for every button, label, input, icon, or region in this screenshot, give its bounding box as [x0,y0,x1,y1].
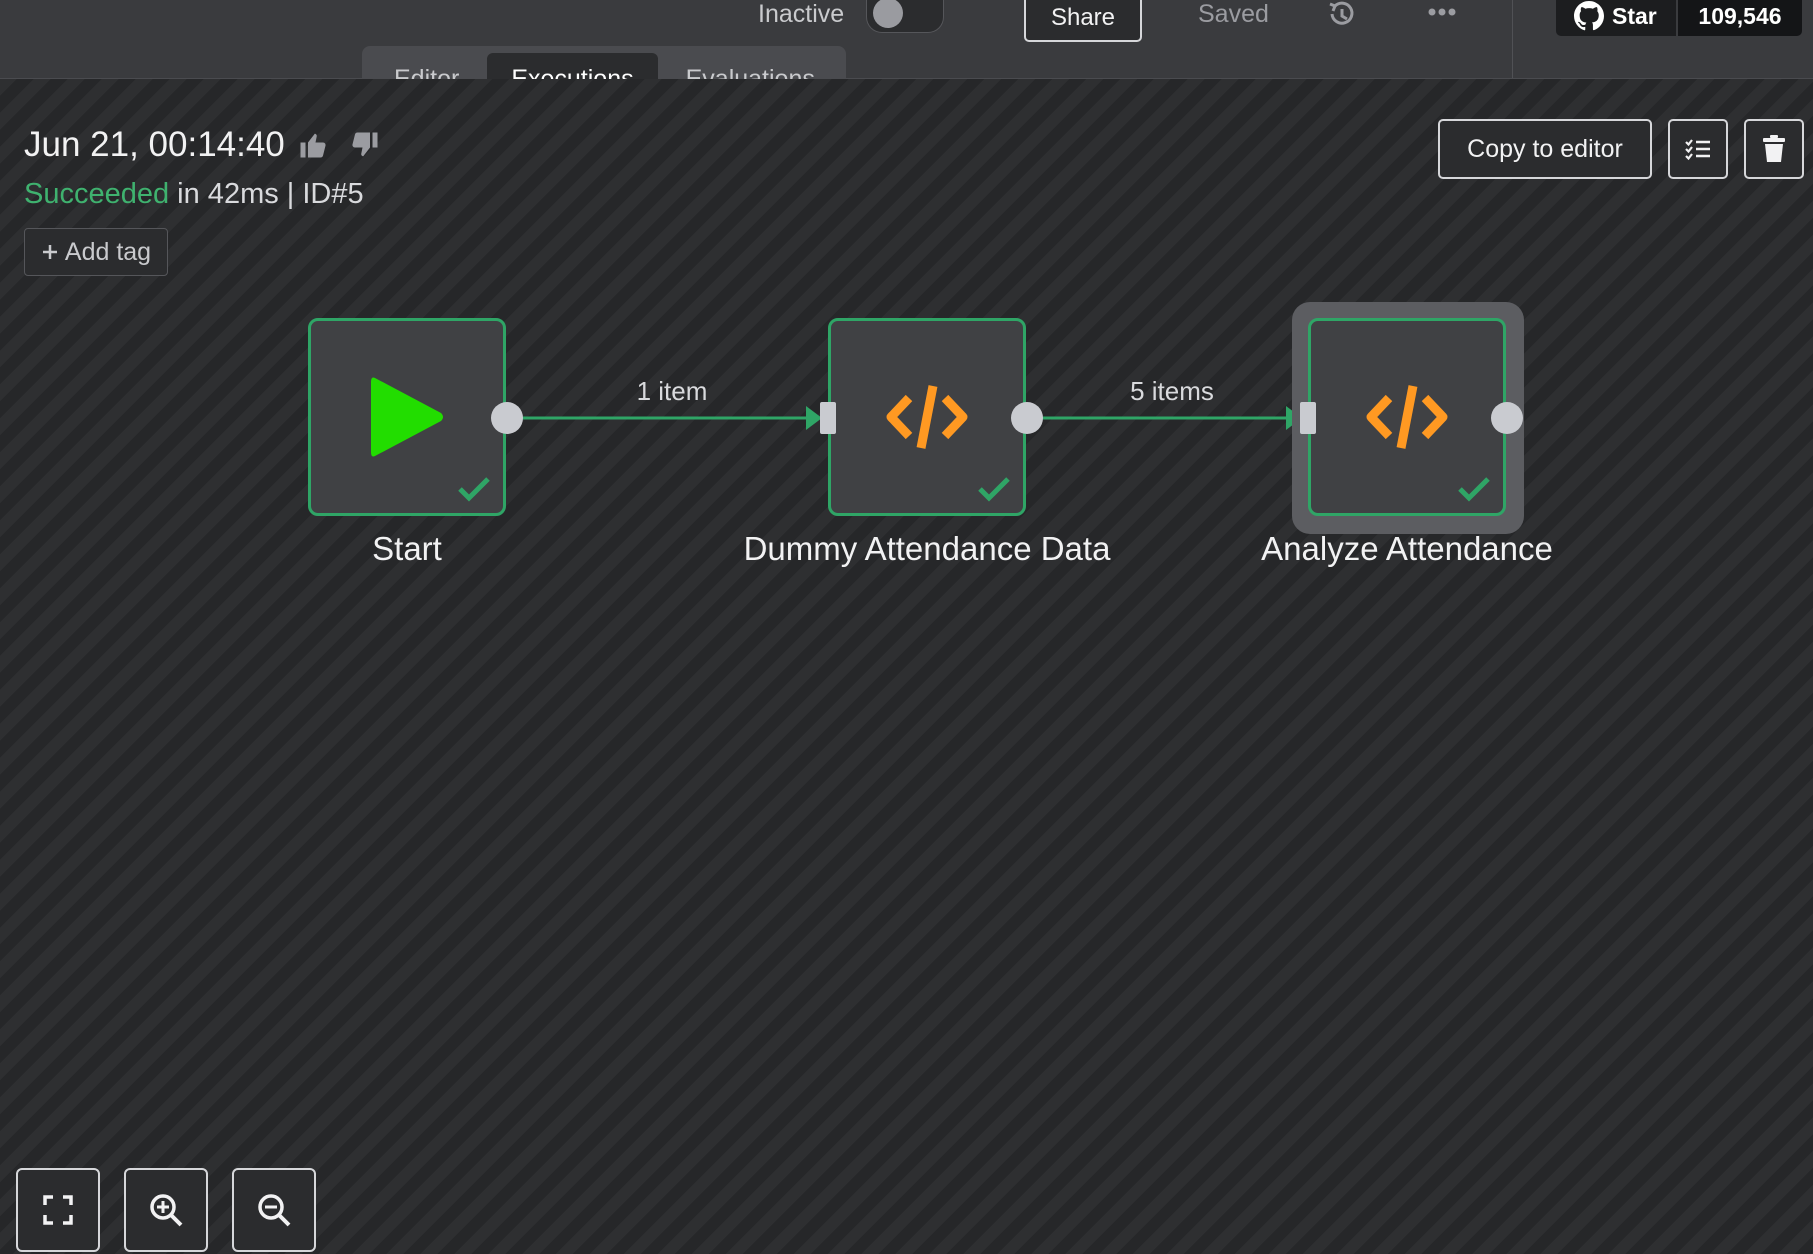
node-label-dummy: Dummy Attendance Data [743,530,1111,567]
edge-label-2: 5 items [1130,376,1214,406]
delete-execution-button[interactable] [1744,119,1804,179]
success-check-icon [458,477,490,502]
execution-summary: Succeeded in 42ms | ID#5 [24,178,364,211]
trash-icon [1763,135,1785,162]
thumbs-up-icon[interactable] [298,130,328,160]
top-bar: Inactive Share Saved Star 109,546 [0,0,1813,79]
success-check-icon [1458,477,1490,502]
code-icon [1366,385,1448,449]
active-toggle[interactable] [866,0,944,33]
node-label-analyze: Analyze Attendance [1261,530,1553,567]
analyze-output-handle[interactable] [1491,402,1523,434]
success-check-icon [978,477,1010,502]
github-star-count[interactable]: 109,546 [1678,0,1802,36]
plus-icon [42,245,57,259]
edge-label-1: 1 item [636,376,708,406]
workflow-canvas[interactable] [0,79,1813,1254]
node-dummy-attendance-data[interactable] [828,318,1026,516]
fit-view-icon [43,1195,73,1225]
fit-view-button[interactable] [16,1168,100,1252]
execution-duration-id: in 42ms | ID#5 [169,178,364,210]
add-tag-label: Add tag [64,237,152,266]
node-start[interactable] [308,318,506,516]
task-list-icon [1685,139,1710,161]
github-star-button[interactable]: Star [1556,0,1676,36]
history-icon[interactable] [1326,0,1358,32]
github-star-label: Star [1612,2,1657,29]
analyze-input-handle[interactable] [1300,402,1316,434]
tasks-button[interactable] [1668,119,1728,179]
code-icon [886,385,968,449]
thumbs-down-icon[interactable] [350,130,380,160]
workflow-status-label: Inactive [758,0,845,28]
execution-status: Succeeded [24,178,170,210]
github-icon [1574,1,1604,31]
copy-to-editor-button[interactable]: Copy to editor [1438,119,1652,179]
dummy-input-handle[interactable] [820,402,836,434]
execution-date: Jun 21, 00:14:40 [24,125,285,164]
node-label-start: Start [372,530,442,567]
share-button[interactable]: Share [1024,0,1142,42]
zoom-in-icon [150,1194,183,1227]
saved-status: Saved [1198,0,1269,28]
dummy-output-handle[interactable] [1011,402,1043,434]
add-tag-button[interactable]: Add tag [24,228,168,276]
node-analyze-attendance[interactable] [1308,318,1506,516]
zoom-out-icon [258,1194,291,1227]
play-icon [371,377,443,457]
zoom-out-button[interactable] [232,1168,316,1252]
header-divider [1512,0,1513,78]
start-output-handle[interactable] [491,402,523,434]
zoom-in-button[interactable] [124,1168,208,1252]
toggle-knob [873,0,903,28]
more-options-icon[interactable] [1426,0,1458,28]
